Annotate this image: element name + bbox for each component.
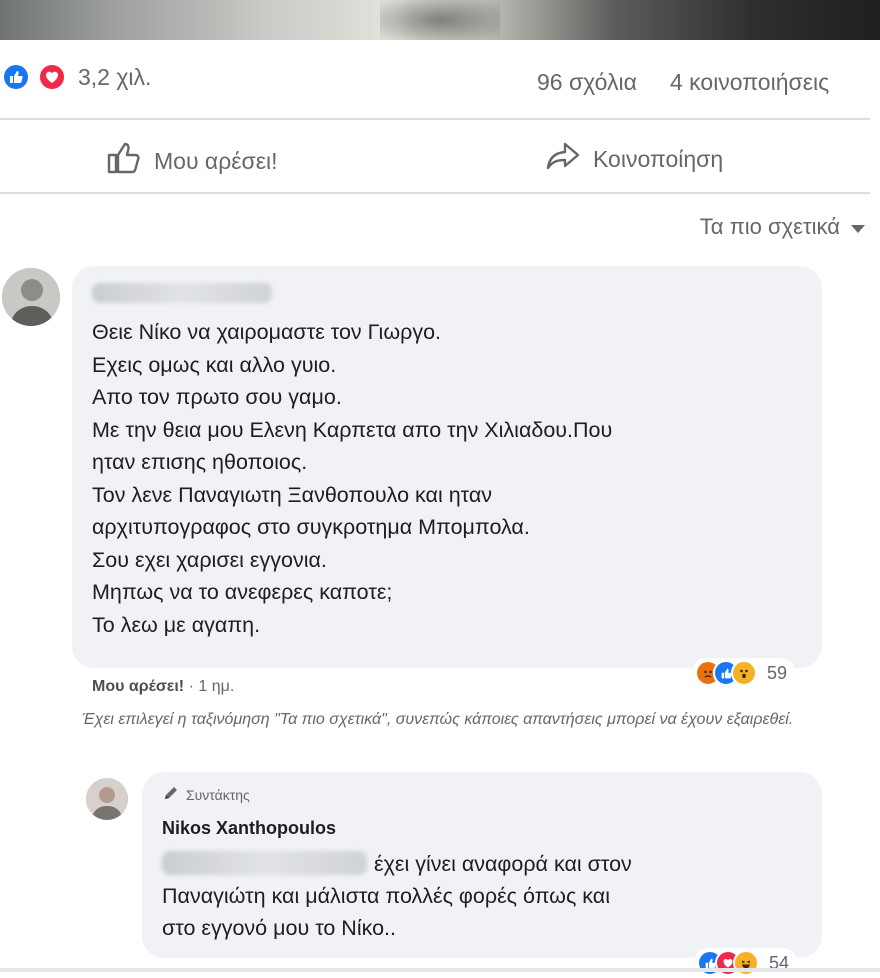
caret-down-icon <box>850 214 866 240</box>
like-button[interactable]: Μου αρέσει! <box>106 141 278 181</box>
comment-reaction-count: 59 <box>767 662 788 683</box>
reply-line: έχει γίνει αναφορά και στον <box>374 852 632 876</box>
reactions-count[interactable]: 3,2 χιλ. <box>78 64 151 91</box>
reply-author-avatar[interactable] <box>86 778 128 820</box>
divider <box>0 192 870 194</box>
share-button-label: Κοινοποίηση <box>593 145 724 172</box>
comment-line: Με την θεια μου Ελενη Καρπετα απο την Χι… <box>92 417 613 442</box>
comment-sort-dropdown[interactable]: Τα πιο σχετικά <box>700 214 866 240</box>
sort-notice: Έχει επιλεγεί η ταξινόμηση "Τα πιο σχετι… <box>82 711 794 728</box>
divider <box>0 118 870 120</box>
shares-count[interactable]: 4 κοινοποιήσεις <box>670 69 829 96</box>
comment-line: Το λεω με αγαπη. <box>92 612 261 637</box>
share-button[interactable]: Κοινοποίηση <box>545 141 723 177</box>
comment-time[interactable]: · 1 ημ. <box>189 678 235 695</box>
reply-author-name[interactable]: Nikos Xanthopoulos <box>162 818 336 839</box>
reply-line: στο εγγονό μου το Νίκο.. <box>162 916 397 940</box>
like-button-label: Μου αρέσει! <box>154 147 278 174</box>
pencil-icon <box>162 784 180 805</box>
comment-line: ηταν επισης ηθοποιος. <box>92 450 308 474</box>
haha-reaction-icon <box>733 950 759 976</box>
comment-line: Εχεις ομως και αλλο γυιο. <box>92 352 337 377</box>
comment-line: Μηπως να το ανεφερες καποτε; <box>92 580 393 604</box>
reply-line: Παναγιώτη και μάλιστα πολλές φορές όπως … <box>162 884 610 908</box>
comment-line: Σου εχει χαρισει εγγονια. <box>92 547 327 572</box>
comment-line: αρχιτυπογραφος στο συγκροτημα Μπομπολα. <box>92 515 530 539</box>
commenter-avatar[interactable] <box>2 268 60 326</box>
comment-like-link[interactable]: Μου αρέσει! <box>92 678 184 695</box>
post-image-shade <box>380 0 500 40</box>
blurred-commenter-name[interactable] <box>92 283 272 303</box>
reply-reactions[interactable]: 54 <box>694 948 798 978</box>
author-badge-label: Συντάκτης <box>186 786 250 803</box>
love-reaction-icon <box>38 63 66 91</box>
post-image[interactable] <box>0 0 880 40</box>
author-badge: Συντάκτης <box>162 784 250 805</box>
reply-text: έχει γίνει αναφορά και στον Παναγιώτη κα… <box>162 848 632 944</box>
thumbs-up-icon <box>106 141 142 181</box>
wow-reaction-icon <box>731 660 757 686</box>
comment-meta: Μου αρέσει! · 1 ημ. <box>92 678 234 696</box>
comment-reactions[interactable]: 59 <box>692 658 796 688</box>
sort-label: Τα πιο σχετικά <box>699 214 840 239</box>
comment-line: Θειε Νίκο να χαιρομαστε τον Γιωργο. <box>92 320 442 344</box>
comment-text: Θειε Νίκο να χαιρομαστε τον Γιωργο. Εχει… <box>92 316 612 641</box>
share-arrow-icon <box>545 141 581 177</box>
comment-line: Τον λενε Παναγιωτη Ξανθοπουλο και ηταν <box>92 482 493 507</box>
comments-count[interactable]: 96 σχόλια <box>537 69 637 96</box>
like-reaction-icon <box>2 63 30 91</box>
bottom-divider <box>0 968 880 972</box>
comment-line: Απο τον πρωτο σου γαμο. <box>92 385 342 409</box>
